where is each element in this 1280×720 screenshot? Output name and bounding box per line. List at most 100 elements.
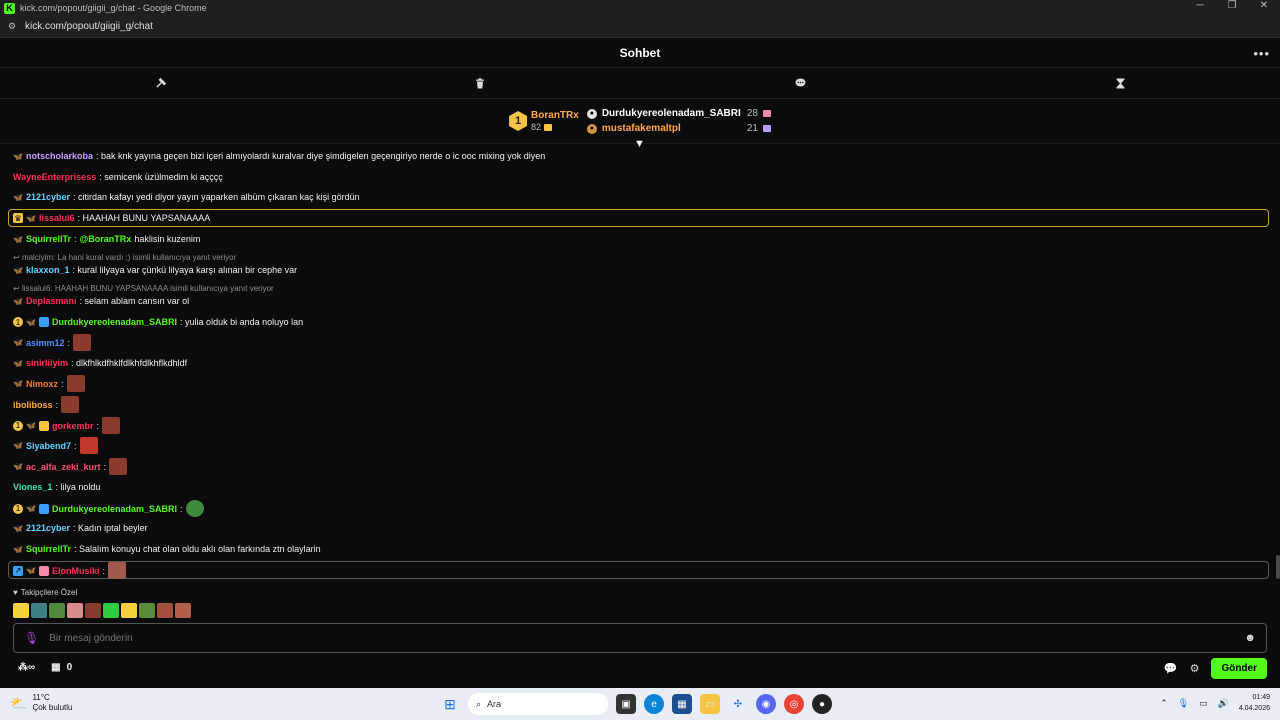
emote[interactable] — [67, 603, 83, 618]
message-username[interactable]: Siyabend7 — [26, 441, 71, 451]
emote[interactable] — [66, 375, 85, 392]
send-button[interactable]: Gönder — [1211, 658, 1267, 679]
more-options-icon[interactable]: ••• — [1253, 46, 1270, 61]
emote[interactable] — [121, 603, 137, 618]
slow-mode-button[interactable] — [960, 68, 1280, 98]
bronze-medal-icon: ● — [586, 123, 597, 134]
microphone-icon[interactable]: 🎙 — [24, 631, 39, 645]
butterfly-badge-icon: 🦋 — [26, 504, 36, 513]
restore-icon[interactable]: ❐ — [1216, 0, 1248, 11]
message-username[interactable]: klaxxon_1 — [26, 265, 70, 275]
volume-icon[interactable]: 🔊 — [1218, 698, 1229, 709]
message-username[interactable]: 2121cyber — [26, 192, 70, 202]
message-username[interactable]: WayneEnterprisess — [13, 172, 96, 182]
close-icon[interactable]: ✕ — [1248, 0, 1280, 11]
chat-mode-button[interactable] — [640, 68, 960, 98]
message-username[interactable]: notscholarkoba — [26, 151, 93, 161]
chat-scrollbar[interactable] — [1276, 555, 1280, 579]
reply-context[interactable]: ↩ malciyim: La hani kural vardı ;) isiml… — [13, 253, 236, 262]
leaderboard-item[interactable]: ● Durdukyereolenadam_SABRI 28 — [586, 108, 771, 119]
emote[interactable] — [73, 334, 92, 351]
edge-icon[interactable]: e — [644, 694, 664, 714]
site-settings-icon[interactable]: ⚙ — [8, 21, 18, 32]
taskbar-search[interactable]: ⌕ Ara — [468, 693, 608, 715]
butterfly-badge-icon: 🦋 — [13, 523, 23, 533]
emote[interactable] — [109, 458, 128, 475]
app-icon[interactable]: ✣ — [728, 694, 748, 714]
clear-chat-button[interactable] — [320, 68, 640, 98]
hourglass-icon — [1116, 78, 1124, 88]
weather-widget[interactable]: ⛅ 11°C Çok bulutlu — [10, 693, 72, 713]
message-username[interactable]: asimm12 — [26, 338, 65, 348]
network-icon[interactable]: ▭ — [1199, 698, 1208, 709]
file-explorer-icon[interactable]: ▭ — [700, 694, 720, 714]
address-bar[interactable]: ⚙ kick.com/popout/giigii_g/chat — [0, 16, 1280, 38]
message-username[interactable]: 2121cyber — [26, 523, 70, 533]
gear-icon[interactable]: ⚙ — [1190, 662, 1200, 675]
chat-title: Sohbet — [619, 45, 661, 60]
message-mention[interactable]: @BoranTRx — [80, 234, 132, 244]
highlighted-message-border — [8, 561, 1269, 579]
microphone-tray-icon[interactable]: 🎙 — [1178, 698, 1189, 709]
emote[interactable] — [13, 603, 29, 618]
emote[interactable] — [108, 562, 127, 579]
butterfly-badge-icon: 🦋 — [13, 338, 23, 347]
message-username[interactable]: SquirrellTr — [26, 234, 71, 244]
leaderboard-first[interactable]: 1 BoranTRx 82 — [509, 110, 579, 132]
butterfly-badge-icon: 🦋 — [13, 358, 23, 368]
butterfly-badge-icon: 🦋 — [26, 421, 36, 430]
clock[interactable]: 01:49 4.04.2026 — [1239, 692, 1270, 714]
discord-icon[interactable]: ◉ — [756, 694, 776, 714]
minimize-icon[interactable]: ─ — [1184, 0, 1216, 11]
ban-hammer-button[interactable] — [0, 68, 320, 98]
gift-badge-icon — [39, 317, 49, 327]
message-username[interactable]: iboliboss — [13, 400, 53, 410]
emote[interactable] — [157, 603, 173, 618]
message-username[interactable]: Durdukyereolenadam_SABRI — [52, 504, 177, 514]
emote[interactable] — [61, 396, 80, 413]
chrome-icon[interactable]: ◎ — [784, 694, 804, 714]
message-username[interactable]: Deplasmanı — [26, 296, 77, 306]
reply-context[interactable]: ↩ lissalui6: HAAHAH BUNU YAPSANAAAA isim… — [13, 284, 274, 293]
obs-icon[interactable]: ● — [812, 694, 832, 714]
emote[interactable] — [79, 437, 98, 454]
message-username[interactable]: Nimoxz — [26, 379, 58, 389]
message-username[interactable]: SquirrellTr — [26, 544, 71, 554]
task-view-icon[interactable]: ▣ — [616, 694, 636, 714]
butterfly-badge-icon: 🦋 — [13, 192, 23, 202]
emote[interactable] — [31, 603, 47, 618]
store-app-icon[interactable]: ▦ — [672, 694, 692, 714]
emote[interactable] — [185, 500, 204, 517]
message-input[interactable] — [49, 632, 1266, 644]
message-username[interactable]: ac_alfa_zeki_kurt — [26, 462, 101, 472]
emote[interactable] — [49, 603, 65, 618]
chevron-up-icon[interactable]: ⌃ — [1160, 698, 1168, 709]
url-text[interactable]: kick.com/popout/giigii_g/chat — [25, 21, 153, 32]
emote[interactable] — [103, 603, 119, 618]
message-username[interactable]: sinirliiyim — [26, 358, 68, 368]
emote[interactable] — [85, 603, 101, 618]
emote[interactable] — [175, 603, 191, 618]
message-input-box[interactable]: 🎙 ☻ — [13, 623, 1267, 653]
chat-message: 🦋 SquirrellTr : @BoranTRx haklisin kuzen… — [13, 234, 200, 244]
emote[interactable] — [139, 603, 155, 618]
windows-start-icon[interactable]: ⊞ — [440, 694, 460, 714]
search-label: Ara — [487, 699, 502, 709]
message-username[interactable]: gorkembr — [52, 421, 94, 431]
gift-badge-icon — [39, 565, 49, 576]
reply-context-text: malciyim: La hani kural vardı ;) isimli … — [21, 253, 237, 262]
leaderboard-item[interactable]: ● mustafakemaltpl 21 — [586, 123, 771, 134]
clock-date: 4.04.2026 — [1238, 705, 1270, 712]
chat-message: 🦋 klaxxon_1 : kural lilyaya var çünkü li… — [13, 265, 297, 275]
chat-settings-icon[interactable]: 💬 — [1164, 662, 1178, 675]
clock-time: 01:49 — [1252, 694, 1270, 701]
infinity-points-icon[interactable]: ⁂∞ — [18, 662, 35, 673]
message-username[interactable]: Viones_1 — [13, 482, 52, 492]
taskbar-apps: ⊞ ⌕ Ara ▣ e ▦ ▭ ✣ ◉ ◎ ● — [440, 693, 832, 715]
message-username[interactable]: Durdukyereolenadam_SABRI — [52, 317, 177, 327]
emoji-picker-icon[interactable]: ☻ — [1244, 632, 1256, 644]
store-icon[interactable]: ▦ — [51, 662, 60, 673]
emote[interactable] — [102, 417, 121, 434]
message-username[interactable]: ElonMusiki — [52, 566, 100, 576]
message-username[interactable]: lissalui6 — [39, 213, 75, 223]
